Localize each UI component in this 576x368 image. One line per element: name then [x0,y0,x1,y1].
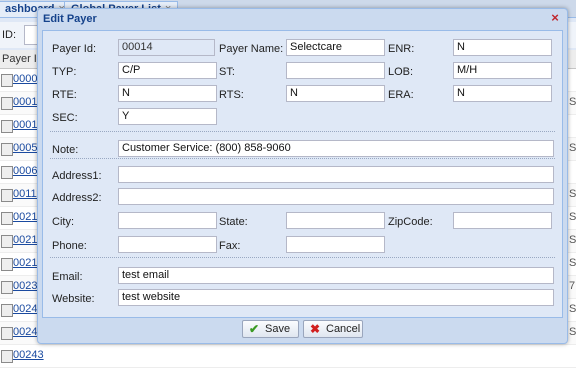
edit-icon[interactable] [1,97,13,110]
cell-text: S [569,326,576,338]
zipcode-field[interactable] [453,212,552,229]
phone-field[interactable] [118,236,217,253]
state-label: State: [219,216,248,228]
address1-label: Address1: [52,170,102,182]
rte-field[interactable] [118,85,217,102]
rts-field[interactable] [286,85,385,102]
save-button-label: Save [265,323,291,335]
edit-icon[interactable] [1,281,13,294]
fax-field[interactable] [286,236,385,253]
typ-label: TYP: [52,66,77,78]
lob-field[interactable] [453,62,552,79]
st-label: ST: [219,66,235,78]
save-button[interactable]: ✔ Save [242,320,299,338]
typ-field[interactable] [118,62,217,79]
payer-id-label: Payer Id: [52,43,97,55]
payer-id-link[interactable]: 00243 [13,349,44,361]
edit-icon[interactable] [1,235,13,248]
website-label: Website: [52,293,95,305]
section-divider [50,131,555,132]
note-label: Note: [52,144,79,156]
edit-icon[interactable] [1,189,13,202]
check-icon: ✔ [249,322,260,336]
cell-text: 7 [569,280,576,292]
cancel-button[interactable]: ✖ Cancel [303,320,363,338]
edit-icon[interactable] [1,143,13,156]
dialog-header[interactable]: Edit Payer × [38,9,567,29]
email-field[interactable] [118,267,554,284]
website-field[interactable] [118,289,554,306]
cell-text: S [569,303,576,315]
edit-icon[interactable] [1,327,13,340]
section-divider [50,257,555,258]
close-icon[interactable]: × [549,11,561,24]
cell-text: S [569,234,576,246]
payer-name-field[interactable] [286,39,385,56]
edit-icon[interactable] [1,166,13,179]
edit-icon[interactable] [1,212,13,225]
zipcode-label: ZipCode: [388,216,433,228]
address2-label: Address2: [52,192,102,204]
dialog-title: Edit Payer [43,13,97,25]
fax-label: Fax: [219,240,241,252]
address2-field[interactable] [118,188,554,205]
state-field[interactable] [286,212,385,229]
city-field[interactable] [118,212,217,229]
sec-label: SEC: [52,112,78,124]
enr-label: ENR: [388,43,415,55]
payer-name-label: Payer Name: [219,43,284,55]
edit-icon[interactable] [1,74,13,87]
st-field[interactable] [286,62,385,79]
cell-text: S [569,142,576,154]
edit-icon[interactable] [1,350,13,363]
era-label: ERA: [388,89,414,101]
phone-label: Phone: [52,240,87,252]
city-label: City: [52,216,74,228]
edit-icon[interactable] [1,120,13,133]
section-divider [50,158,555,159]
cell-text: S [569,211,576,223]
cell-text: S [569,96,576,108]
edit-payer-dialog: Edit Payer × Payer Id: Payer Name: ENR: … [37,8,568,344]
address1-field[interactable] [118,166,554,183]
payer-id-field [118,39,215,56]
dialog-form: Payer Id: Payer Name: ENR: TYP: ST: LOB:… [42,30,563,318]
lob-label: LOB: [388,66,414,78]
rts-label: RTS: [219,89,244,101]
cell-text: S [569,257,576,269]
note-field[interactable] [118,140,554,157]
cancel-button-label: Cancel [326,323,361,335]
enr-field[interactable] [453,39,552,56]
x-icon: ✖ [310,322,321,336]
table-row[interactable]: 00243 [0,345,576,368]
edit-icon[interactable] [1,304,13,317]
id-filter-label: ID: [2,29,17,41]
era-field[interactable] [453,85,552,102]
rte-label: RTE: [52,89,77,101]
edit-icon[interactable] [1,258,13,271]
sec-field[interactable] [118,108,217,125]
cell-text: S [569,188,576,200]
email-label: Email: [52,271,83,283]
